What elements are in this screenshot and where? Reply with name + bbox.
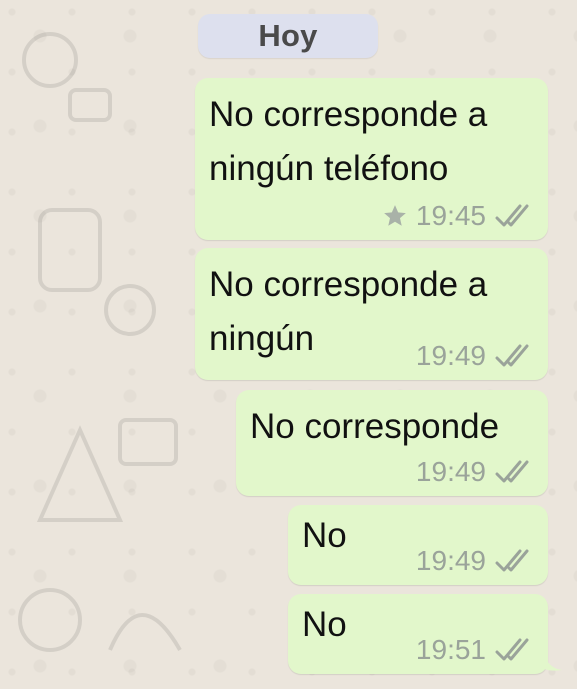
double-check-icon: [495, 344, 529, 367]
message-time: 19:49: [415, 545, 486, 576]
message-bubble[interactable]: No 19:49: [288, 505, 548, 585]
message-meta: 19:49: [416, 458, 532, 486]
date-divider: Hoy: [198, 14, 378, 58]
message-text-line: No corresponde: [250, 407, 500, 446]
double-check-icon: [495, 638, 529, 661]
message-text: No corresponde: [250, 400, 499, 454]
message-bubble[interactable]: No corresponde 19:49: [236, 390, 548, 496]
message-text-line: No corresponde a: [209, 95, 488, 134]
double-check-icon: [495, 549, 529, 572]
message-time: 19:49: [415, 456, 486, 487]
message-text-line: No: [302, 605, 347, 644]
message-text: No: [302, 509, 347, 563]
message-time: 19:51: [415, 634, 486, 665]
message-text: No corresponde a ningún teléfono: [209, 88, 487, 196]
bubble-tail-icon: [542, 648, 562, 671]
message-meta: 19:51: [416, 636, 532, 664]
message-text-line: No corresponde a: [209, 265, 488, 304]
message-meta: 19:49: [416, 547, 532, 575]
message-text-line: No: [302, 516, 347, 555]
message-bubble[interactable]: No corresponde a ningún teléfono 19:45: [195, 78, 548, 240]
message-text-line: ningún teléfono: [209, 149, 449, 188]
message-time: 19:45: [415, 200, 486, 231]
message-meta: 19:45: [382, 202, 532, 230]
message-meta: 19:49: [416, 342, 532, 370]
date-divider-label: Hoy: [258, 18, 318, 53]
double-check-icon: [495, 460, 529, 483]
message-text: No: [302, 598, 347, 652]
chat-thread[interactable]: Hoy No corresponde a ningún teléfono 19:…: [0, 0, 577, 689]
message-bubble[interactable]: No corresponde a ningún 19:49: [195, 248, 548, 380]
star-icon: [384, 205, 406, 226]
message-bubble[interactable]: No 19:51: [288, 594, 548, 674]
double-check-icon: [495, 204, 529, 227]
message-time: 19:49: [415, 340, 486, 371]
